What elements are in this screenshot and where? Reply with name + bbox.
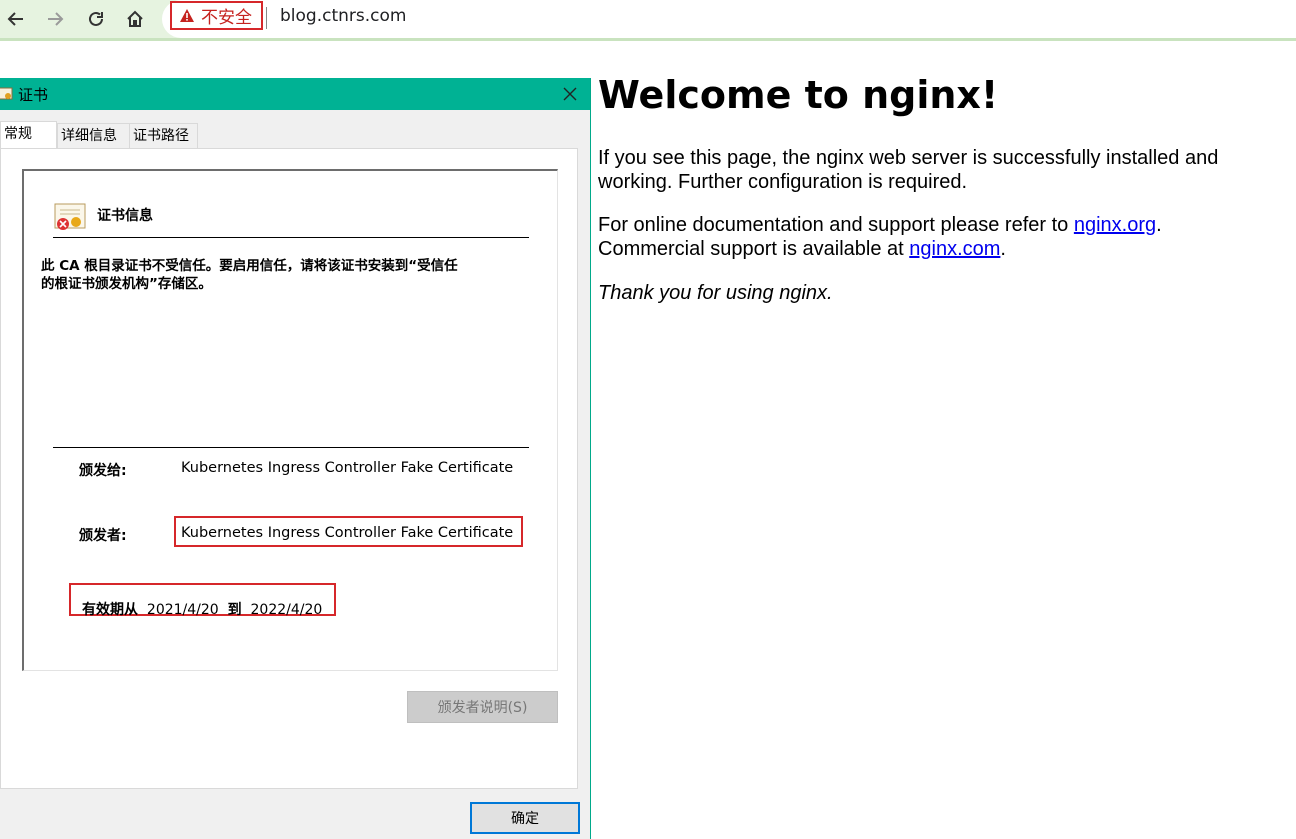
security-indicator[interactable]: 不安全 — [170, 1, 263, 30]
issuer-statement-button[interactable]: 颁发者说明(S) — [407, 691, 558, 723]
reload-button[interactable] — [83, 6, 109, 32]
certificate-info-box: 证书信息 此 CA 根目录证书不受信任。要启用信任，请将该证书安装到“受信任 的… — [22, 169, 558, 671]
back-button[interactable] — [3, 6, 29, 32]
certificate-info-title: 证书信息 — [97, 208, 153, 224]
tab-cert-path[interactable]: 证书路径 — [129, 123, 198, 148]
arrow-right-icon — [48, 12, 64, 26]
certificate-dialog: 证书 常规 详细信息 证书路径 证书信息 此 CA 根目录证书不受信任。要启用信… — [0, 78, 591, 839]
docs-period: . — [1156, 214, 1162, 236]
divider — [53, 237, 529, 238]
commercial-period: . — [1000, 238, 1006, 260]
untrusted-certificate-icon — [54, 203, 86, 230]
forward-button[interactable] — [42, 6, 68, 32]
security-label: 不安全 — [201, 8, 252, 28]
valid-from-label: 有效期从 — [82, 602, 138, 618]
reload-icon — [89, 11, 103, 26]
valid-from-date: 2021/4/20 — [146, 602, 219, 618]
nginx-com-link[interactable]: nginx.com — [909, 238, 1000, 260]
url-text[interactable]: blog.ctnrs.com — [280, 6, 406, 26]
home-icon — [127, 10, 143, 27]
browser-toolbar: 不安全 blog.ctnrs.com — [0, 0, 1296, 41]
docs-paragraph: For online documentation and support ple… — [598, 213, 1288, 261]
tab-details[interactable]: 详细信息 — [57, 123, 131, 148]
warning-triangle-icon — [180, 8, 194, 22]
issued-to-label: 颁发给: — [79, 463, 127, 479]
docs-text: For online documentation and support ple… — [598, 214, 1074, 236]
intro-paragraph: If you see this page, the nginx web serv… — [598, 147, 1219, 193]
divider — [53, 447, 529, 448]
home-button[interactable] — [122, 6, 148, 32]
commercial-text: Commercial support is available at — [598, 238, 910, 260]
issued-by-label: 颁发者: — [79, 528, 127, 544]
dialog-titlebar: 证书 — [0, 78, 590, 110]
page-heading: Welcome to nginx! — [598, 73, 999, 117]
tab-general[interactable]: 常规 — [0, 121, 57, 148]
issued-by-value: Kubernetes Ingress Controller Fake Certi… — [181, 525, 514, 541]
ok-button[interactable]: 确定 — [470, 802, 580, 834]
close-icon — [563, 87, 577, 101]
arrow-left-icon — [7, 12, 23, 26]
nginx-welcome-page: Welcome to nginx! If you see this page, … — [598, 70, 1288, 304]
valid-to-label: 到 — [227, 602, 242, 618]
certificate-icon — [0, 87, 13, 100]
close-button[interactable] — [556, 80, 584, 108]
dialog-title: 证书 — [18, 86, 49, 104]
thanks-paragraph: Thank you for using nginx. — [598, 282, 833, 304]
general-tab-panel: 证书信息 此 CA 根目录证书不受信任。要启用信任，请将该证书安装到“受信任 的… — [0, 148, 578, 789]
validity-row: 有效期从 2021/4/20 到 2022/4/20 — [82, 599, 322, 619]
issued-to-value: Kubernetes Ingress Controller Fake Certi… — [181, 460, 514, 476]
untrusted-warning: 此 CA 根目录证书不受信任。要启用信任，请将该证书安装到“受信任 的根证书颁发… — [41, 258, 458, 292]
omnibox-divider — [266, 7, 267, 29]
valid-to-date: 2022/4/20 — [250, 602, 323, 618]
nginx-org-link[interactable]: nginx.org — [1074, 214, 1156, 236]
